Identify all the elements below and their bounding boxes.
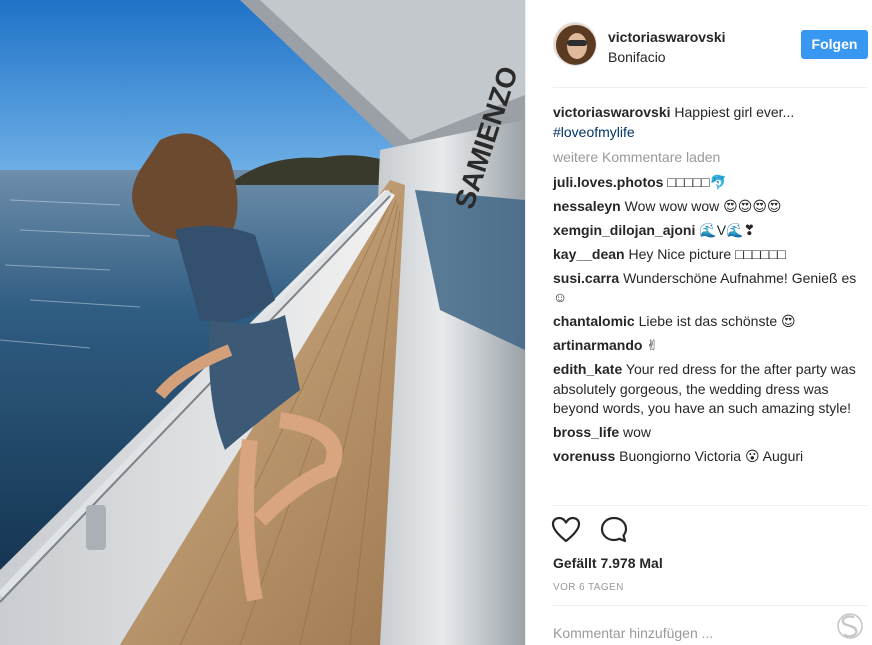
comment-item: vorenuss Buongiorno Victoria 😮 Auguri — [553, 447, 858, 467]
heart-icon[interactable] — [551, 515, 581, 545]
post-header: victoriaswarovski Bonifacio Folgen — [526, 0, 872, 88]
caption-username[interactable]: victoriaswarovski — [553, 104, 671, 120]
comment-username[interactable]: edith_kate — [553, 361, 622, 377]
add-comment-input[interactable]: Kommentar hinzufügen ... — [553, 625, 713, 641]
comment-username[interactable]: bross_life — [553, 424, 619, 440]
comment-item: susi.carra Wunderschöne Aufnahme! Genieß… — [553, 269, 858, 308]
comment-text: wow — [623, 424, 652, 440]
comments-list: victoriaswarovski Happiest girl ever... … — [553, 103, 858, 471]
post-photo[interactable]: SAMIENZO — [0, 0, 525, 645]
caption-hashtag[interactable]: #loveofmylife — [553, 124, 635, 140]
comment-username[interactable]: xemgin_dilojan_ajoni — [553, 222, 695, 238]
comment-item: edith_kate Your red dress for the after … — [553, 360, 858, 419]
post-username[interactable]: victoriaswarovski — [608, 29, 726, 45]
comment-username[interactable]: chantalomic — [553, 313, 635, 329]
comment-text: ✌ — [646, 337, 659, 353]
comment-item: chantalomic Liebe ist das schönste 😍 — [553, 312, 858, 332]
comment-text: 🌊V🌊❣ — [699, 221, 756, 238]
follow-button[interactable]: Folgen — [801, 30, 868, 59]
post-timestamp[interactable]: VOR 6 TAGEN — [553, 582, 624, 593]
likes-count[interactable]: Gefällt 7.978 Mal — [553, 555, 663, 571]
more-options-icon[interactable] — [836, 612, 864, 640]
comment-item: juli.loves.photos □□□□□🐬 — [553, 173, 858, 193]
caption: victoriaswarovski Happiest girl ever... … — [553, 103, 858, 142]
load-more-comments-link[interactable]: weitere Kommentare laden — [553, 148, 858, 168]
comment-text: □□□□□🐬 — [667, 173, 728, 190]
avatar[interactable] — [553, 22, 597, 66]
comment-username[interactable]: artinarmando — [553, 337, 642, 353]
post-side-panel: victoriaswarovski Bonifacio Folgen victo… — [525, 0, 872, 645]
comment-item: artinarmando ✌ — [553, 336, 858, 356]
comment-text: Wow wow wow 😍😍😍😍 — [624, 197, 782, 214]
comment-username[interactable]: susi.carra — [553, 270, 619, 286]
comment-username[interactable]: kay__dean — [553, 246, 625, 262]
caption-text: Happiest girl ever... — [674, 104, 795, 120]
comment-text: Liebe ist das schönste 😍 — [638, 313, 796, 329]
comment-bubble-icon[interactable] — [599, 515, 629, 545]
comment-text: Buongiorno Victoria 😮 Auguri — [619, 448, 804, 464]
comment-text: Hey Nice picture □□□□□□ — [628, 245, 786, 262]
post-actions — [551, 515, 643, 545]
divider — [553, 505, 868, 506]
post-location[interactable]: Bonifacio — [608, 49, 666, 65]
comment-item: xemgin_dilojan_ajoni 🌊V🌊❣ — [553, 221, 858, 241]
comment-username[interactable]: juli.loves.photos — [553, 174, 663, 190]
comment-username[interactable]: vorenuss — [553, 448, 615, 464]
divider — [553, 87, 868, 88]
comment-item: nessaleyn Wow wow wow 😍😍😍😍 — [553, 197, 858, 217]
comment-username[interactable]: nessaleyn — [553, 198, 621, 214]
comment-item: bross_life wow — [553, 423, 858, 443]
comment-item: kay__dean Hey Nice picture □□□□□□ — [553, 245, 858, 265]
divider — [553, 605, 868, 606]
